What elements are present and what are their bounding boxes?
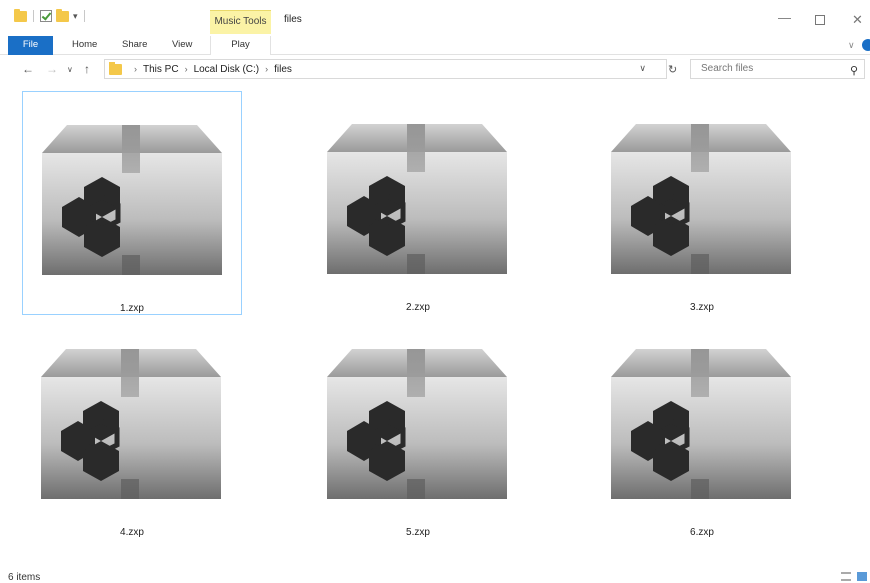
file-item[interactable]: 3.zxp xyxy=(592,91,812,315)
music-tools-context-tab: Music Tools xyxy=(210,10,271,34)
quick-access-toolbar: ▾ xyxy=(14,8,87,22)
search-placeholder: Search files xyxy=(701,63,754,74)
folder-icon xyxy=(109,61,122,75)
file-item[interactable]: 6.zxp xyxy=(592,316,812,540)
forward-arrow-icon[interactable]: → xyxy=(46,62,58,76)
item-count: 6 items xyxy=(8,572,41,583)
navigation-bar: ← → ∨ ↑ › This PC › Local Disk (C:) › fi… xyxy=(0,56,870,82)
customize-toolbar-icon[interactable]: ▾ xyxy=(73,11,78,22)
window-title: files xyxy=(284,14,302,25)
new-folder-icon[interactable] xyxy=(56,8,69,22)
address-bar[interactable]: › This PC › Local Disk (C:) › files ∨ xyxy=(104,59,667,79)
search-input[interactable]: Search files ⚲ xyxy=(690,59,865,79)
file-name: 6.zxp xyxy=(690,527,714,538)
breadcrumb-local-disk[interactable]: Local Disk (C:) xyxy=(194,64,260,75)
chevron-down-icon[interactable]: ∨ xyxy=(848,40,855,51)
zxp-package-icon xyxy=(327,124,507,274)
file-item[interactable]: 2.zxp xyxy=(308,91,528,315)
title-bar: ▾ Music Tools files — ✕ xyxy=(0,0,870,36)
breadcrumb-this-pc[interactable]: This PC xyxy=(143,64,179,75)
refresh-icon[interactable]: ↻ xyxy=(668,63,677,76)
details-view-icon[interactable] xyxy=(841,572,851,581)
file-name: 4.zxp xyxy=(120,527,144,538)
file-name: 3.zxp xyxy=(690,302,714,313)
divider xyxy=(33,10,34,22)
file-name: 2.zxp xyxy=(406,302,430,313)
back-arrow-icon[interactable]: ← xyxy=(22,62,34,76)
chevron-right-icon[interactable]: › xyxy=(134,64,137,74)
file-item[interactable]: 1.zxp xyxy=(22,91,242,315)
help-icon[interactable] xyxy=(862,39,870,51)
folder-icon[interactable] xyxy=(14,8,27,22)
zxp-package-icon xyxy=(611,124,791,274)
maximize-icon[interactable] xyxy=(815,15,825,25)
status-bar: 6 items xyxy=(0,568,870,583)
divider xyxy=(83,10,85,22)
minimize-icon[interactable]: — xyxy=(778,10,791,25)
zxp-package-icon xyxy=(42,125,222,275)
zxp-package-icon xyxy=(611,349,791,499)
chevron-right-icon[interactable]: › xyxy=(265,64,268,74)
large-icons-view-icon[interactable] xyxy=(857,572,867,581)
file-name: 5.zxp xyxy=(406,527,430,538)
address-dropdown-icon[interactable]: ∨ xyxy=(639,63,646,74)
file-list: 1.zxp 2.zxp 3.zxp 4.zxp 5.zxp 6.zxp xyxy=(0,82,870,567)
file-name: 1.zxp xyxy=(120,303,144,314)
file-item[interactable]: 4.zxp xyxy=(22,316,242,540)
chevron-right-icon[interactable]: › xyxy=(185,64,188,74)
tab-play[interactable]: Play xyxy=(210,36,271,55)
recent-locations-icon[interactable]: ∨ xyxy=(67,65,73,74)
breadcrumb-files[interactable]: files xyxy=(274,64,292,75)
zxp-package-icon xyxy=(327,349,507,499)
tab-share[interactable]: Share xyxy=(122,36,147,55)
search-icon[interactable]: ⚲ xyxy=(850,62,858,80)
tab-file[interactable]: File xyxy=(8,36,53,55)
zxp-package-icon xyxy=(41,349,221,499)
checkbox-icon[interactable] xyxy=(40,10,52,22)
tab-view[interactable]: View xyxy=(172,36,192,55)
file-item[interactable]: 5.zxp xyxy=(308,316,528,540)
tab-home[interactable]: Home xyxy=(72,36,97,55)
close-icon[interactable]: ✕ xyxy=(852,12,863,28)
ribbon-tabs: File Home Share View Play ∨ xyxy=(0,36,870,55)
up-arrow-icon[interactable]: ↑ xyxy=(84,62,90,76)
